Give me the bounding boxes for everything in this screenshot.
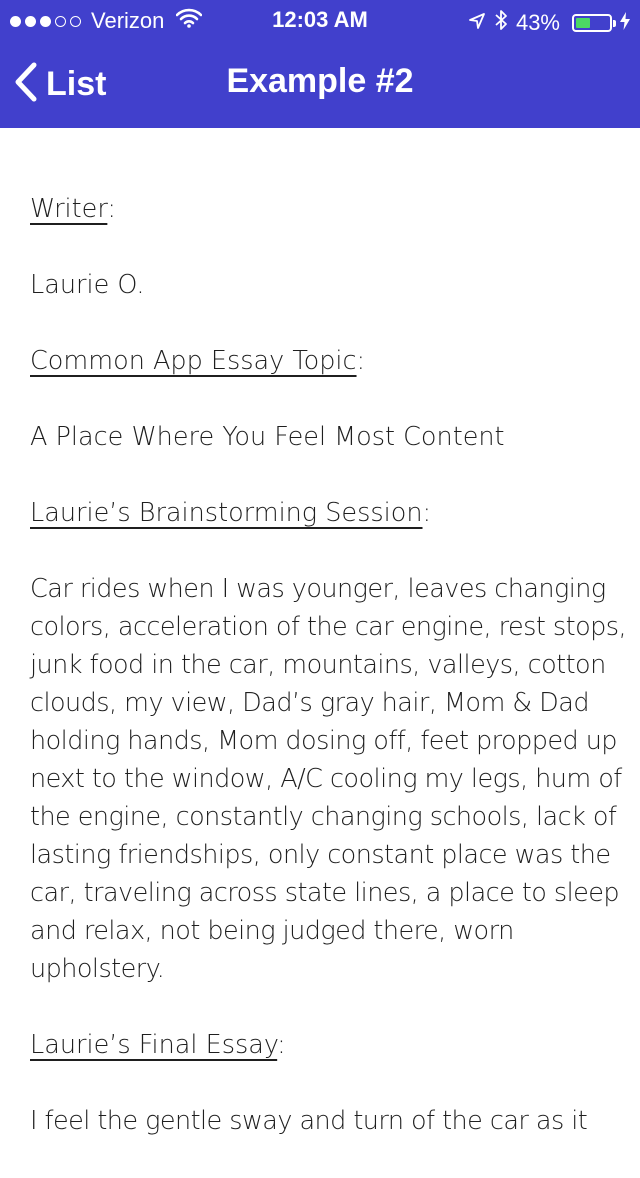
location-arrow-icon — [468, 10, 486, 36]
final-heading-line: Laurie’s Final Essay: — [30, 1030, 286, 1060]
status-bar: Verizon 12:03 AM 43% — [0, 0, 640, 40]
topic-heading-line: Common App Essay Topic: — [30, 346, 366, 376]
final-essay-text: I feel the gentle sway and turn of the c… — [30, 1106, 588, 1136]
writer-heading-line: Writer: — [30, 194, 116, 224]
brainstorm-text: Car rides when I was younger, leaves cha… — [30, 574, 627, 984]
essay-content: Writer: Laurie O. Common App Essay Topic… — [30, 190, 628, 1178]
topic-heading: Common App Essay Topic — [30, 346, 357, 376]
battery-percent: 43% — [515, 10, 560, 35]
final-essay-heading: Laurie’s Final Essay — [30, 1030, 278, 1060]
brainstorm-heading-line: Laurie’s Brainstorming Session: — [30, 498, 432, 528]
top-bar: Verizon 12:03 AM 43% List Example #2 — [0, 0, 640, 128]
brainstorm-heading: Laurie’s Brainstorming Session — [30, 498, 423, 528]
navigation-bar: List Example #2 — [0, 40, 640, 128]
topic-text: A Place Where You Feel Most Content — [30, 422, 505, 452]
writer-name: Laurie O. — [30, 270, 145, 300]
battery-icon — [572, 14, 616, 32]
bluetooth-icon — [494, 8, 508, 38]
writer-heading: Writer — [30, 194, 108, 224]
page-title: Example #2 — [226, 62, 414, 100]
charging-bolt-icon — [620, 10, 630, 36]
